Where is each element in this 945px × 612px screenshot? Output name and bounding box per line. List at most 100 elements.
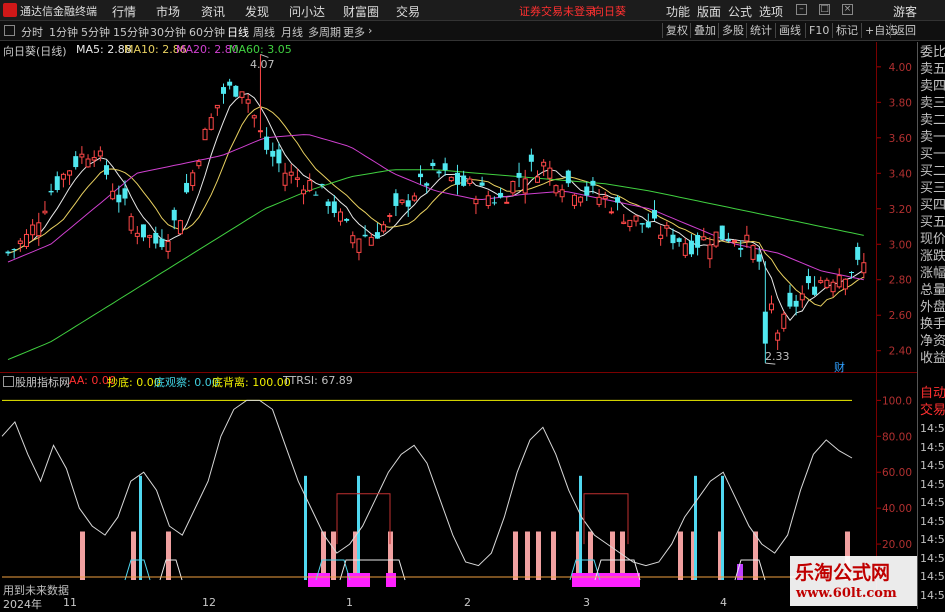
signal-block-magenta (572, 573, 640, 587)
candle-body-up (165, 241, 171, 252)
x-label-mar: 3 (583, 596, 590, 609)
candle-body-up (818, 280, 824, 283)
signal-bar-cyan (139, 475, 142, 580)
candle-body-up (836, 275, 842, 288)
candle-body-up (294, 177, 300, 180)
candle-body-up (214, 104, 220, 109)
candle-body-up (627, 219, 633, 228)
signal-bar-cyan (357, 475, 360, 580)
candle-body-up (134, 232, 140, 237)
candle-body-up (30, 224, 36, 236)
candle-body-down (116, 194, 122, 203)
signal-bar-pink (131, 531, 136, 580)
candle-body-down (762, 311, 768, 344)
candle-body-up (36, 222, 42, 237)
candle-body-down (787, 292, 793, 307)
candle-body-up (559, 189, 565, 198)
candle-body-down (54, 176, 60, 191)
candle-body-up (67, 170, 73, 176)
candle-body-up (208, 117, 214, 130)
quote-label-0: 委比 (920, 45, 945, 60)
stock-chart[interactable]: 4.00 3.80 3.60 3.40 3.20 3.00 2.80 2.60 2.40 100.… (0, 0, 945, 609)
quote-label-7: 买二 (920, 164, 945, 179)
candle-body-up (707, 244, 713, 260)
candle-body-up (128, 216, 134, 231)
candle-body-down (418, 173, 424, 178)
candle-body-up (701, 236, 707, 241)
trade-time-2: 14:56 (920, 459, 945, 472)
candle-body-down (639, 223, 645, 225)
candle-body-up (239, 91, 245, 98)
trade-time-9: 14:56 (920, 588, 945, 602)
candle-body-up (177, 220, 183, 235)
candle-body-up (42, 210, 48, 214)
candle-body-down (48, 190, 54, 193)
candle-body-up (288, 171, 294, 176)
signal-bar-pink (588, 531, 593, 580)
candle-body-up (448, 176, 454, 182)
main-y-tick-label: 2.80 (889, 275, 912, 287)
candle-body-down (849, 271, 855, 273)
signal-block-magenta (308, 573, 330, 587)
candle-body-down (405, 200, 411, 207)
signal-block-magenta (386, 573, 396, 587)
candle-body-up (664, 225, 670, 229)
candle-body-down (738, 247, 744, 250)
auto-trade-1[interactable]: 自动 (920, 385, 945, 402)
candle-body-down (565, 170, 571, 184)
candle-body-up (399, 199, 405, 204)
candle-body-down (528, 154, 534, 162)
candle-body-down (424, 183, 430, 186)
candle-body-down (233, 85, 239, 97)
candle-body-up (91, 157, 97, 161)
auto-trade-2[interactable]: 交易 (920, 402, 945, 419)
candle-body-up (510, 180, 516, 194)
quote-panel: 委比 卖五 卖四 卖三 卖二 卖一 买一 买二 买三 买四 买五 现价 涨跌 涨幅 总量 外盘 换手 净资 收益 自… (917, 42, 945, 609)
candle-body-up (842, 278, 848, 290)
ttrsi-line (1, 399, 853, 567)
finance-marker[interactable]: 财 (834, 359, 845, 375)
candle-body-down (122, 188, 128, 199)
candle-body-up (196, 161, 202, 167)
candle-body-up (381, 224, 387, 232)
candle-body-up (301, 189, 307, 195)
candle-body-up (257, 130, 263, 133)
candle-body-up (571, 194, 577, 206)
signal-bar-cyan (694, 475, 697, 580)
quote-label-4: 卖二 (920, 113, 945, 128)
candle-body-down (695, 235, 701, 248)
candle-body-down (276, 149, 282, 164)
candle-body-up (781, 313, 787, 329)
candle-body-down (11, 249, 17, 251)
indicator-settings-icon[interactable] (3, 376, 14, 387)
candle-body-up (658, 234, 664, 239)
candle-body-down (436, 171, 442, 174)
ind-y-tick-label: 60.00 (882, 467, 912, 479)
quote-label-6: 买一 (920, 147, 945, 162)
candle-body-up (547, 167, 553, 179)
signal-bar-pink (551, 531, 556, 580)
quote-label-15: 外盘 (920, 300, 945, 315)
candle-body-down (184, 182, 190, 193)
candle-body-up (251, 115, 257, 119)
x-label-dec: 12 (202, 596, 216, 609)
quote-label-9: 买四 (920, 198, 945, 213)
candle-body-up (713, 231, 719, 247)
ind-y-tick-label: 40.00 (882, 503, 912, 515)
candle-body-down (793, 300, 799, 307)
candle-body-up (202, 128, 208, 141)
candle-body-up (768, 303, 774, 311)
candle-body-up (473, 198, 479, 205)
candle-body-down (344, 218, 350, 221)
candle-body-down (264, 136, 270, 150)
candle-body-down (374, 232, 380, 239)
candle-body-up (282, 172, 288, 186)
candle-body-up (97, 150, 103, 157)
candle-body-down (670, 234, 676, 244)
candle-body-down (676, 238, 682, 242)
indicator-ttrsi: TTRSI: 67.89 (283, 374, 353, 387)
candle-body-down (615, 197, 621, 203)
quote-label-17: 净资 (920, 334, 945, 349)
candle-body-up (861, 262, 867, 274)
candle-body-up (147, 235, 153, 238)
